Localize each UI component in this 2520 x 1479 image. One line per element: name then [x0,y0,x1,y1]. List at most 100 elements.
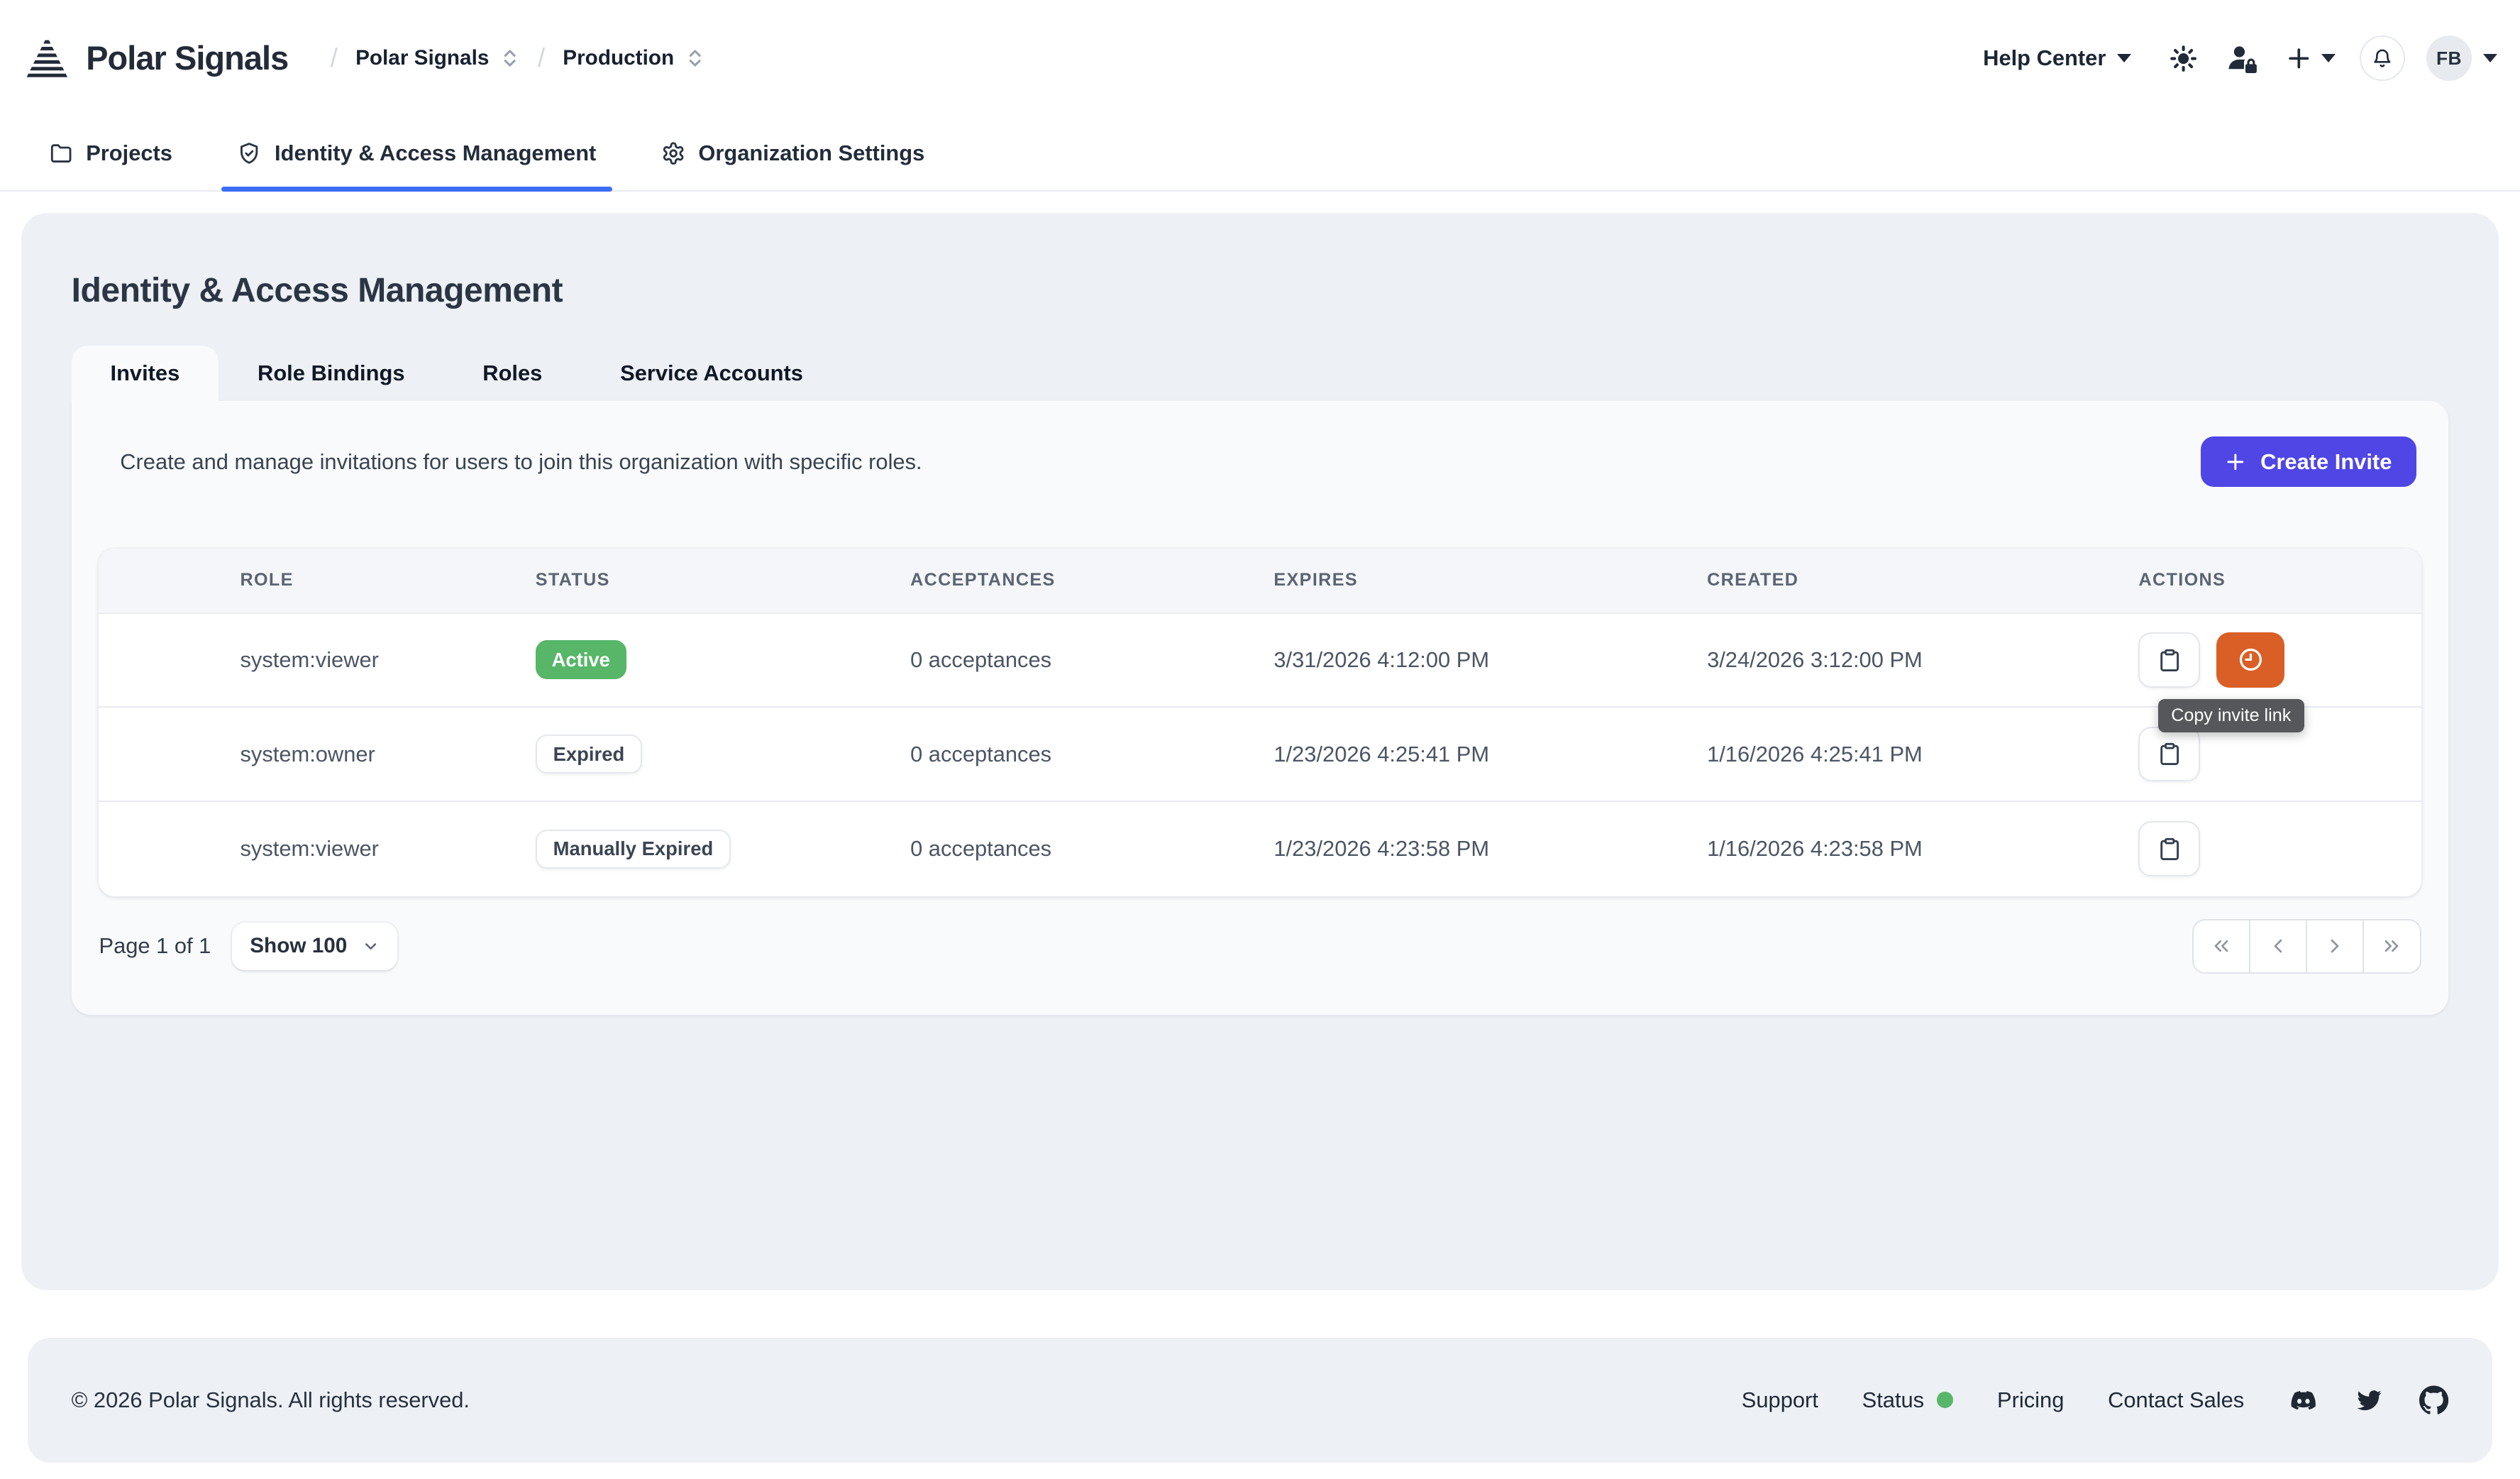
chevrons-right-icon [2380,935,2403,957]
top-bar-actions: Help Center [1983,35,2497,81]
subtab-service-accounts[interactable]: Service Accounts [581,346,842,401]
footer-link-support[interactable]: Support [1742,1387,1818,1413]
notifications-bell-button[interactable] [2360,35,2405,81]
invites-description: Create and manage invitations for users … [120,449,922,475]
chevron-down-icon [2321,54,2336,62]
brand-wordmark: Polar Signals [86,39,288,77]
theme-toggle-sun-icon[interactable] [2169,44,2198,73]
main-panel: Identity & Access Management Invites Rol… [21,213,2499,1291]
subtab-invites[interactable]: Invites [72,346,219,401]
actions-cell: Copy invite link [2138,632,2421,688]
chevron-right-icon [2323,935,2346,957]
footer-link-status[interactable]: Status [1862,1387,1954,1413]
column-header-role: ROLE [99,570,535,590]
invite-table-row: system:owner Expired 0 acceptances 1/23/… [99,708,2421,802]
create-new-menu[interactable] [2286,45,2336,72]
invite-table-row: system:viewer Active 0 acceptances 3/31/… [99,614,2421,708]
clipboard-icon [2157,647,2182,673]
page-info: Page 1 of 1 [99,933,211,959]
actions-cell [2138,727,2421,782]
acceptances-cell: 0 acceptances [910,647,1273,673]
copyright-text: © 2026 Polar Signals. All rights reserve… [72,1387,470,1413]
chevron-down-icon [362,938,380,955]
polar-signals-logo[interactable]: Polar Signals [23,34,288,83]
polar-signals-triangle-icon [23,34,72,83]
copy-invite-link-button[interactable] [2138,632,2200,688]
copy-invite-link-button[interactable] [2138,727,2200,782]
plus-icon [2225,451,2246,473]
acceptances-cell: 0 acceptances [910,742,1273,767]
subtab-role-bindings[interactable]: Role Bindings [219,346,443,401]
table-body: system:viewer Active 0 acceptances 3/31/… [99,614,2421,896]
tab-organization-settings[interactable]: Organization Settings [645,117,941,190]
avatar: FB [2426,35,2472,81]
first-page-button[interactable] [2192,919,2250,974]
gear-icon [661,141,685,165]
status-badge: Active [536,640,626,679]
role-cell: system:owner [99,742,535,767]
pager-button-group [2192,919,2421,974]
tab-identity-access-management[interactable]: Identity & Access Management [221,117,613,190]
column-header-expires: EXPIRES [1273,570,1707,590]
role-cell: system:viewer [99,836,535,862]
subtab-roles[interactable]: Roles [443,346,581,401]
status-cell: Expired [536,735,910,774]
page-title: Identity & Access Management [72,213,2449,310]
invite-table-row: system:viewer Manually Expired 0 accepta… [99,802,2421,896]
chevron-updown-icon [500,47,519,70]
clock-icon [2237,646,2265,673]
breadcrumb-project-selector[interactable]: Production [563,46,704,70]
status-badge: Expired [536,735,642,774]
breadcrumb-org-selector[interactable]: Polar Signals [355,46,520,70]
create-invite-button[interactable]: Create Invite [2201,436,2416,487]
column-header-created: CREATED [1707,570,2138,590]
github-icon[interactable] [2419,1385,2448,1414]
twitter-icon[interactable] [2355,1388,2384,1412]
expire-invite-button[interactable] [2216,632,2284,688]
copy-invite-link-tooltip: Copy invite link [2158,699,2304,732]
column-header-status: STATUS [536,570,910,590]
help-center-menu[interactable]: Help Center [1983,45,2131,71]
clipboard-icon [2157,741,2182,767]
bell-icon [2372,47,2393,70]
created-cell: 1/16/2026 4:23:58 PM [1707,836,2138,862]
top-bar: Polar Signals / Polar Signals / Producti… [0,0,2520,117]
breadcrumb-separator: / [538,43,545,73]
invites-card: Create and manage invitations for users … [72,401,2449,1015]
chevron-down-icon [2483,54,2497,62]
status-badge: Manually Expired [536,830,731,869]
role-cell: system:viewer [99,647,535,673]
user-lock-icon[interactable] [2227,43,2260,74]
footer-link-pricing[interactable]: Pricing [1997,1387,2064,1413]
chevron-left-icon [2267,935,2289,957]
last-page-button[interactable] [2362,919,2421,974]
copy-invite-link-button[interactable] [2138,821,2200,876]
chevrons-left-icon [2210,935,2233,957]
column-header-acceptances: ACCEPTANCES [910,570,1273,590]
invites-table: ROLE STATUS ACCEPTANCES EXPIRES CREATED … [99,549,2421,896]
clipboard-icon [2157,836,2182,862]
expires-cell: 1/23/2026 4:25:41 PM [1273,742,1707,767]
status-cell: Active [536,640,910,679]
created-cell: 3/24/2026 3:12:00 PM [1707,647,2138,673]
expires-cell: 1/23/2026 4:23:58 PM [1273,836,1707,862]
pagination-bar: Page 1 of 1 Show 100 [99,919,2421,974]
chevron-down-icon [2117,54,2131,62]
actions-cell [2138,821,2421,876]
chevron-updown-icon [685,47,704,70]
footer: © 2026 Polar Signals. All rights reserve… [28,1338,2492,1463]
page-size-select[interactable]: Show 100 [232,923,397,969]
tab-projects[interactable]: Projects [33,117,189,190]
status-ok-dot [1937,1392,1953,1408]
breadcrumb: / Polar Signals / Production [331,43,705,73]
footer-link-contact-sales[interactable]: Contact Sales [2108,1387,2244,1413]
acceptances-cell: 0 acceptances [910,836,1273,862]
previous-page-button[interactable] [2249,919,2307,974]
account-menu[interactable]: FB [2426,35,2497,81]
next-page-button[interactable] [2306,919,2364,974]
status-cell: Manually Expired [536,830,910,869]
primary-tab-bar: Projects Identity & Access Management Or… [0,117,2520,192]
shield-check-icon [237,141,261,165]
discord-icon[interactable] [2288,1388,2319,1412]
plus-icon [2286,45,2312,72]
